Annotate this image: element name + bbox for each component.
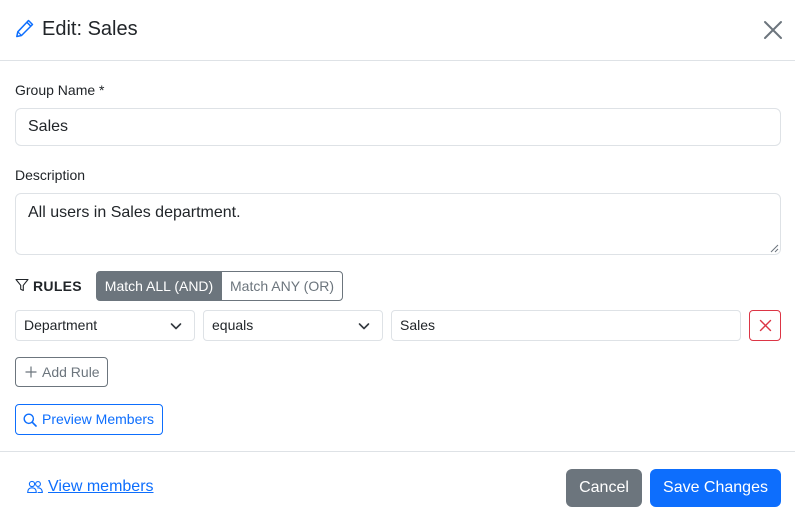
cancel-button[interactable]: Cancel bbox=[566, 469, 642, 507]
modal-footer: View members Cancel Save Changes bbox=[0, 451, 795, 520]
people-icon bbox=[27, 480, 43, 494]
add-rule-label: Add Rule bbox=[42, 364, 100, 380]
rule-value-input[interactable]: Sales bbox=[391, 310, 741, 341]
match-all-toggle[interactable]: Match ALL (AND) bbox=[96, 271, 222, 301]
save-changes-button[interactable]: Save Changes bbox=[650, 469, 781, 507]
close-icon[interactable] bbox=[761, 18, 785, 42]
rule-field-select[interactable]: Department bbox=[15, 310, 195, 341]
view-members-label: View members bbox=[48, 478, 154, 495]
modal-title: Edit: Sales bbox=[42, 18, 138, 40]
rule-operator-select[interactable]: equals bbox=[203, 310, 383, 341]
rules-header: RULES Match ALL (AND) Match ANY (OR) bbox=[15, 271, 415, 301]
group-name-label: Group Name * bbox=[15, 82, 105, 98]
chevron-down-icon bbox=[170, 323, 182, 330]
rule-field-value: Department bbox=[24, 317, 98, 333]
description-textarea[interactable]: All users in Sales department. bbox=[15, 193, 781, 255]
remove-rule-button[interactable] bbox=[749, 310, 781, 341]
modal-header: Edit: Sales bbox=[0, 0, 795, 61]
search-icon bbox=[23, 413, 37, 427]
group-name-input[interactable]: Sales bbox=[15, 108, 781, 146]
preview-members-label: Preview Members bbox=[42, 411, 155, 427]
add-rule-button[interactable]: Add Rule bbox=[15, 357, 108, 387]
rules-label: RULES bbox=[33, 278, 82, 294]
preview-members-button[interactable]: Preview Members bbox=[15, 404, 163, 435]
funnel-icon bbox=[15, 278, 29, 292]
x-icon bbox=[759, 319, 772, 332]
pencil-icon bbox=[16, 19, 34, 38]
match-any-toggle[interactable]: Match ANY (OR) bbox=[221, 271, 343, 301]
edit-group-modal: Edit: Sales Group Name * Sales Descripti… bbox=[0, 0, 795, 520]
description-label: Description bbox=[15, 167, 86, 183]
chevron-down-icon bbox=[358, 323, 370, 330]
rule-operator-value: equals bbox=[212, 317, 254, 333]
resize-grip-icon[interactable] bbox=[769, 243, 779, 253]
plus-icon bbox=[25, 366, 37, 378]
